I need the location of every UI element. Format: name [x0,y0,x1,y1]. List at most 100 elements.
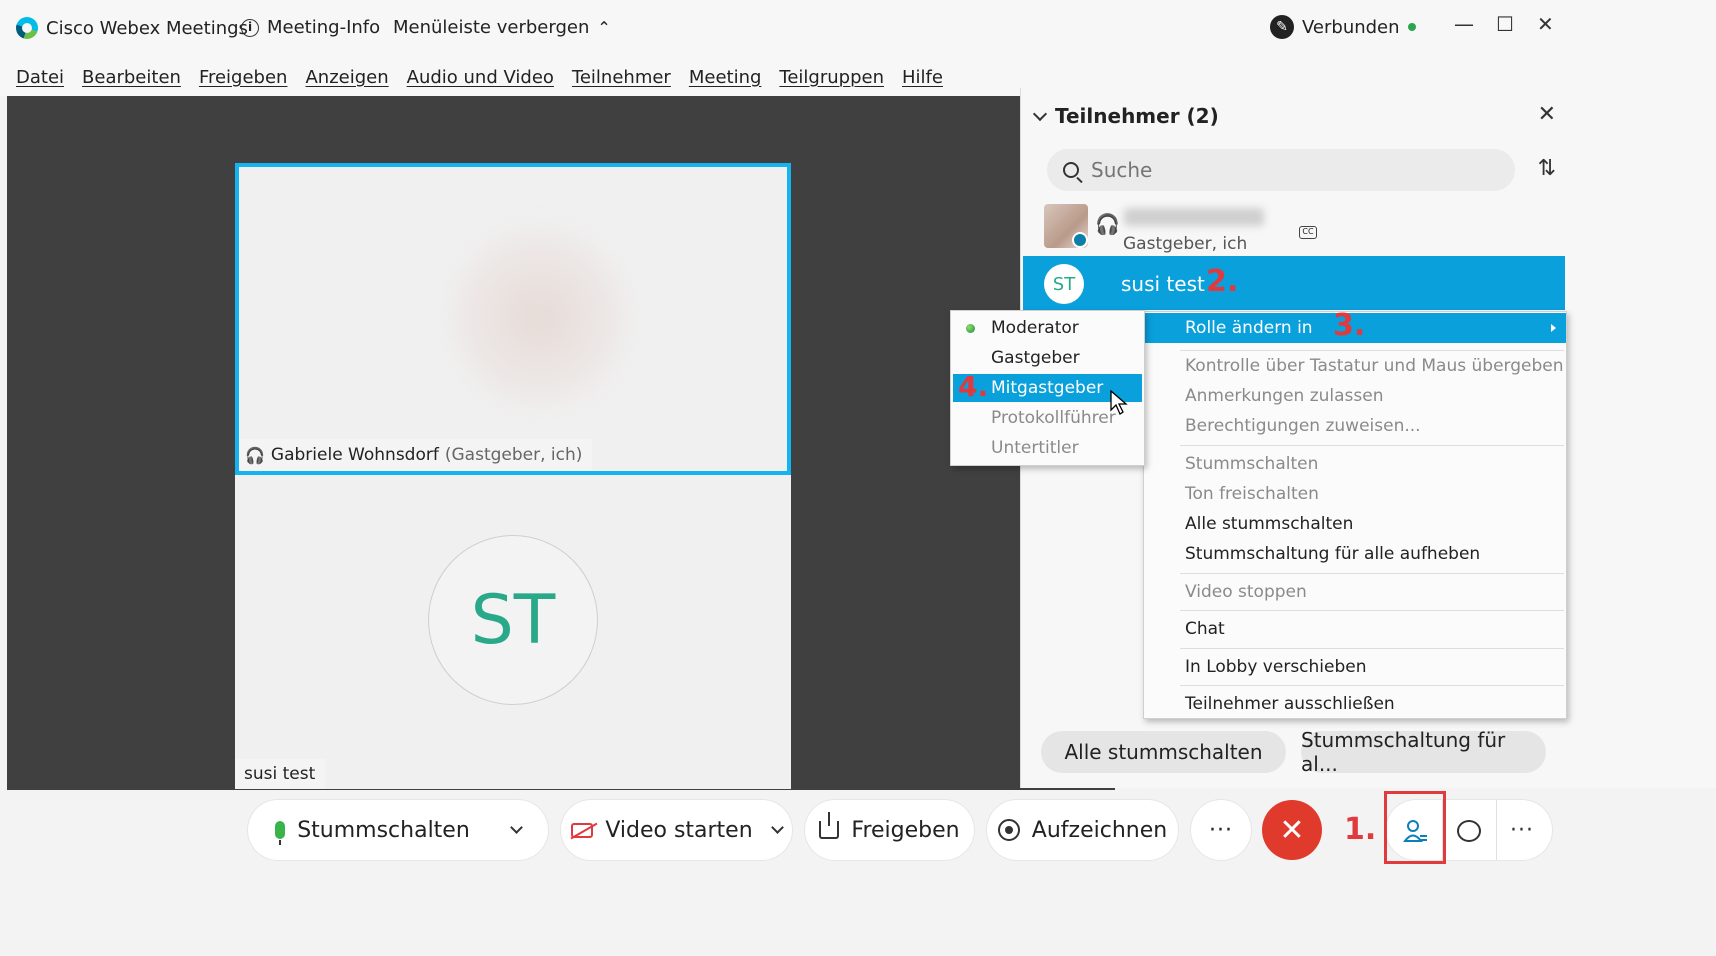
tile-label-susi: susi test [235,759,326,789]
record-label: Aufzeichnen [1031,817,1168,843]
menu-meeting[interactable]: Meeting [689,67,762,88]
chat-icon[interactable] [1457,820,1481,842]
role-host[interactable]: Gastgeber [953,344,1142,372]
menu-unmute[interactable]: Ton freischalten [1144,479,1566,509]
participants-icon[interactable] [1403,818,1427,844]
connected-dot-icon [1407,23,1416,31]
search-input[interactable] [1091,158,1471,182]
connection-icon: ✎ [1270,15,1294,39]
participant-name-susi: susi test [1121,272,1205,296]
menu-hilfe[interactable]: Hilfe [902,67,943,88]
chevron-down-icon[interactable] [509,821,523,834]
video-tile-susi[interactable]: ST susi test [235,475,791,789]
more-horizontal-icon[interactable]: ··· [1510,818,1534,843]
hide-menubar-label: Menüleiste verbergen [393,17,590,38]
chevron-up-icon: ⌃ [597,18,611,37]
connection-label: Verbunden [1302,16,1400,38]
menu-expel[interactable]: Teilnehmer ausschließen [1144,689,1566,719]
menu-teilgruppen[interactable]: Teilgruppen [779,67,884,88]
menu-change-role[interactable]: Rolle ändern in 3. [1144,308,1566,343]
title-bar: Cisco Webex Meetings i Meeting-Info Menü… [0,0,1716,58]
webex-logo-icon [16,17,38,39]
tile-host-name: Gabriele Wohnsdorf [270,445,439,465]
menu-anzeigen[interactable]: Anzeigen [305,67,388,88]
host-role-label: Gastgeber, ich [1123,234,1248,254]
participant-row-susi[interactable]: ST susi test 2. [1023,256,1565,310]
menu-mute-all[interactable]: Alle stummschalten [1144,509,1566,539]
start-video-button[interactable]: Video starten [561,800,792,860]
role-moderator[interactable]: Moderator [953,314,1142,342]
divider [1180,685,1564,686]
selected-radio-icon [966,324,975,333]
role-cohost-label: Mitgastgeber [991,378,1104,398]
unmute-all-button[interactable]: Stummschaltung für al... [1301,728,1546,776]
connection-status: ✎ Verbunden [1270,15,1416,39]
role-moderator-label: Moderator [991,318,1079,338]
info-icon: i [241,18,259,37]
tile-label-host: 🎧 Gabriele Wohnsdorf (Gastgeber, ich) [239,439,593,471]
menu-audio-video[interactable]: Audio und Video [407,67,554,88]
record-button[interactable]: Aufzeichnen [987,800,1178,860]
share-button[interactable]: Freigeben [805,800,974,860]
sort-icon[interactable]: ⇅ [1538,156,1556,181]
role-cc-provider[interactable]: Untertitler [953,434,1142,462]
avatar-initials-large: ST [428,535,598,705]
host-name-blurred [1124,208,1264,226]
microphone-icon [275,821,286,845]
panel-title: Teilnehmer (2) [1055,104,1219,128]
step-1-label: 1. [1344,812,1377,847]
minimize-icon[interactable]: — [1454,12,1474,36]
video-tile-host[interactable]: 🎧 Gabriele Wohnsdorf (Gastgeber, ich) [235,163,791,475]
more-options-button[interactable]: ··· [1191,800,1251,860]
menu-stop-video[interactable]: Video stoppen [1144,577,1566,607]
window-close-icon[interactable]: ✕ [1537,12,1554,36]
menu-teilnehmer[interactable]: Teilnehmer [572,67,671,88]
closed-caption-icon: CC [1299,226,1317,239]
host-avatar-blurred [444,217,634,417]
change-role-label: Rolle ändern in [1185,318,1313,338]
menu-allow-annotation[interactable]: Anmerkungen zulassen [1144,381,1566,411]
record-icon [997,819,1020,841]
participant-row-host[interactable]: 🎧 Gastgeber, ich CC [1021,204,1620,262]
headset-icon: 🎧 [245,445,265,465]
menu-freigeben[interactable]: Freigeben [199,67,288,88]
hide-menubar-button[interactable]: Menüleiste verbergen ⌃ [393,17,611,38]
end-meeting-button[interactable]: ✕ [1262,800,1322,860]
divider [1180,573,1564,574]
mute-all-button[interactable]: Alle stummschalten [1041,731,1286,773]
menu-chat[interactable]: Chat [1144,614,1566,644]
tile-host-role: (Gastgeber, ich) [444,445,583,465]
divider [1180,445,1564,446]
menu-unmute-all[interactable]: Stummschaltung für alle aufheben [1144,539,1566,569]
step-4-label: 4. [958,370,989,403]
participant-context-menu: Rolle ändern in 3. Kontrolle über Tastat… [1143,308,1567,719]
share-label: Freigeben [851,817,960,843]
divider [1180,648,1564,649]
search-icon [1063,162,1079,178]
close-x-icon: ✕ [1279,812,1305,848]
chevron-down-icon[interactable] [770,821,784,834]
participant-search[interactable] [1047,149,1515,191]
menu-bearbeiten[interactable]: Bearbeiten [82,67,181,88]
headset-icon: 🎧 [1095,212,1120,236]
role-submenu: Moderator Gastgeber 4. Mitgastgeber Prot… [950,310,1145,466]
mute-button[interactable]: Stummschalten [248,800,548,860]
start-video-label: Video starten [605,817,753,843]
chevron-down-icon [1032,106,1048,121]
maximize-icon[interactable]: ☐ [1496,12,1514,36]
avatar-initials-small: ST [1044,264,1084,304]
share-icon [819,812,840,839]
meeting-info-label: Meeting-Info [267,17,381,38]
panel-header[interactable]: Teilnehmer (2) [1032,104,1219,128]
meeting-info-button[interactable]: i Meeting-Info [241,17,380,38]
menu-datei[interactable]: Datei [16,67,64,88]
menu-pass-control[interactable]: Kontrolle über Tastatur und Maus übergeb… [1144,351,1566,381]
menu-assign-privileges[interactable]: Berechtigungen zuweisen... [1144,411,1566,441]
video-off-icon [571,822,594,838]
step-3-label: 3. [1333,308,1366,343]
webex-badge-icon [1072,232,1088,248]
panel-close-icon[interactable]: ✕ [1538,102,1556,127]
divider [1496,800,1497,860]
menu-mute[interactable]: Stummschalten [1144,449,1566,479]
menu-move-to-lobby[interactable]: In Lobby verschieben [1144,652,1566,682]
